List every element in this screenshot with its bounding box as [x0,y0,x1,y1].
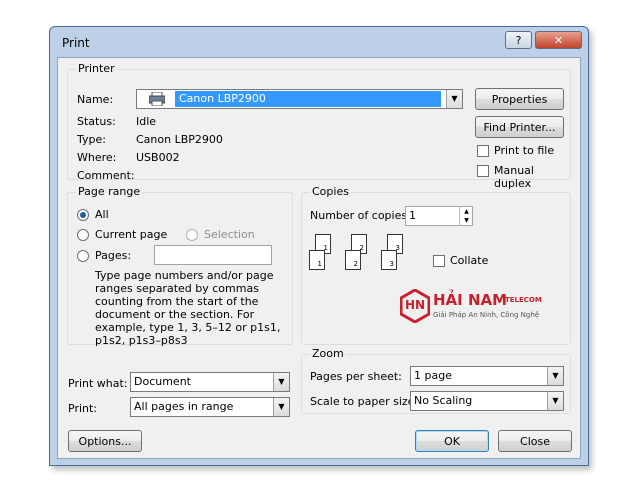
status-label: Status: [77,115,116,128]
watermark-tagline: Giải Pháp An Ninh, Công Nghệ [433,311,540,319]
printer-icon [148,91,166,107]
find-printer-button[interactable]: Find Printer... [475,116,564,138]
pages-per-sheet-value: 1 page [414,369,452,382]
title-close-button[interactable]: ✕ [535,31,582,49]
printer-name-value: Canon LBP2900 [175,91,441,107]
selection-radio[interactable] [186,229,198,241]
copies-spinner[interactable]: ▲ ▼ [459,207,473,225]
print-what-label: Print what: [68,377,128,390]
copies-title: Copies [310,185,351,198]
watermark-sub: TELECOM [505,296,542,304]
name-label: Name: [77,93,114,106]
pages-label: Pages: [95,249,132,262]
dialog-body: Printer Name: Canon LBP2900 ▼ Status: Id… [57,57,581,459]
zoom-title: Zoom [310,347,346,360]
type-label: Type: [77,133,106,146]
close-button[interactable]: Close [498,430,572,452]
properties-button[interactable]: Properties [475,88,564,110]
current-page-radio[interactable] [77,229,89,241]
type-value: Canon LBP2900 [136,133,223,146]
spin-down-icon[interactable]: ▼ [460,216,473,225]
current-page-label: Current page [95,228,168,241]
scale-combo[interactable]: No Scaling ▼ [410,391,564,411]
chevron-down-icon[interactable]: ▼ [446,90,462,108]
page-icon: 2 [345,250,361,270]
print-combo[interactable]: All pages in range ▼ [130,397,290,417]
options-button[interactable]: Options... [68,430,142,452]
page-range-group: Page range All Current page Selection Pa… [67,185,293,347]
printer-name-combo[interactable]: Canon LBP2900 ▼ [136,89,463,109]
where-value: USB002 [136,151,180,164]
scale-value: No Scaling [414,394,473,407]
manual-duplex-label: Manual duplex [494,164,534,190]
where-label: Where: [77,151,117,164]
watermark-brand: HẢI NAM [433,291,508,309]
all-radio[interactable] [77,209,89,221]
scale-label: Scale to paper size: [310,395,419,408]
print-to-file-label: Print to file [494,144,555,157]
print-to-file-checkbox[interactable] [477,145,489,157]
print-value: All pages in range [134,400,234,413]
number-of-copies-label: Number of copies: [310,209,411,222]
collate-label: Collate [450,254,489,267]
pages-radio[interactable] [77,250,89,262]
comment-label: Comment: [77,169,135,182]
print-dialog: Print ? ✕ Printer Name: Canon LBP2900 ▼ … [49,26,589,466]
pages-per-sheet-combo[interactable]: 1 page ▼ [410,366,564,386]
ok-button[interactable]: OK [415,430,489,452]
chevron-down-icon[interactable]: ▼ [273,373,289,391]
help-button[interactable]: ? [505,31,532,49]
print-label: Print: [68,402,98,415]
page-icon: 1 [309,250,325,270]
logo-monogram: HN [405,298,426,312]
collate-checkbox[interactable] [433,255,445,267]
print-what-value: Document [134,375,191,388]
page-icon: 3 [381,250,397,270]
hai-nam-logo-icon: HN [399,288,431,324]
chevron-down-icon[interactable]: ▼ [547,367,563,385]
zoom-group: Zoom Pages per sheet: 1 page ▼ Scale to … [301,347,571,414]
all-label: All [95,208,109,221]
selection-label: Selection [204,228,255,241]
pages-per-sheet-label: Pages per sheet: [310,370,402,383]
dialog-title: Print [62,36,90,50]
manual-duplex-checkbox[interactable] [477,165,489,177]
spin-up-icon[interactable]: ▲ [460,207,473,216]
collate-illustration: 1 1 2 2 3 3 [309,234,419,280]
printer-group: Printer Name: Canon LBP2900 ▼ Status: Id… [67,62,571,190]
printer-group-title: Printer [76,62,117,75]
chevron-down-icon[interactable]: ▼ [547,392,563,410]
page-range-help-text: Type page numbers and/or page ranges sep… [95,269,281,347]
print-what-combo[interactable]: Document ▼ [130,372,290,392]
chevron-down-icon[interactable]: ▼ [273,398,289,416]
status-value: Idle [136,115,157,128]
page-range-title: Page range [76,185,143,198]
copies-group: Copies Number of copies: 1 ▲ ▼ 1 1 2 2 3… [301,185,571,345]
pages-input[interactable] [154,245,272,265]
